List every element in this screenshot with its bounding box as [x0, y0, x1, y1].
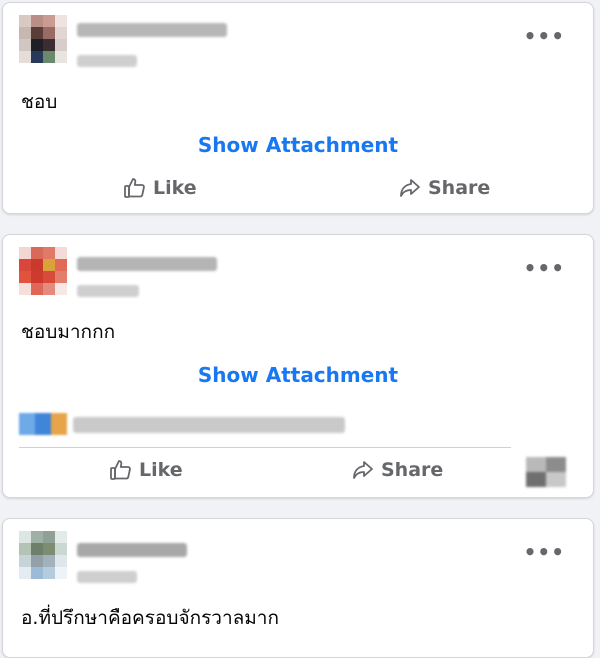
share-label: Share — [381, 459, 444, 481]
more-options-icon[interactable]: ••• — [524, 542, 565, 562]
like-button[interactable]: Like — [109, 458, 183, 482]
like-button[interactable]: Like — [123, 176, 197, 200]
author-name-redacted[interactable] — [77, 543, 187, 557]
more-options-icon[interactable]: ••• — [524, 258, 565, 278]
post-card: ••• ชอบมากกก Show Attachment Like Share — [2, 234, 594, 498]
share-arrow-icon — [353, 461, 373, 479]
author-name-redacted[interactable] — [77, 23, 227, 37]
post-text: ชอบ — [21, 91, 58, 113]
post-time-redacted[interactable] — [77, 285, 139, 297]
share-button[interactable]: Share — [351, 458, 443, 482]
post-time-redacted[interactable] — [77, 55, 137, 67]
more-options-icon[interactable]: ••• — [524, 26, 565, 46]
post-text: ชอบมากกก — [21, 321, 116, 343]
author-avatar[interactable] — [19, 247, 67, 295]
reaction-names-redacted[interactable] — [73, 417, 345, 433]
thumbs-up-icon — [110, 460, 131, 480]
share-button[interactable]: Share — [398, 176, 490, 200]
profile-thumbnail-redacted[interactable] — [526, 457, 566, 487]
post-time-redacted[interactable] — [77, 571, 137, 583]
post-card: ••• ชอบ Show Attachment Like Share — [2, 2, 594, 214]
author-name-redacted[interactable] — [77, 257, 217, 271]
author-avatar[interactable] — [19, 15, 67, 63]
post-text: อ.ที่ปรึกษาคือครอบจักรวาลมาก — [21, 607, 279, 629]
divider — [19, 447, 511, 448]
post-card: ••• อ.ที่ปรึกษาคือครอบจักรวาลมาก — [2, 518, 594, 658]
author-avatar[interactable] — [19, 531, 67, 579]
like-label: Like — [139, 459, 183, 481]
show-attachment-link[interactable]: Show Attachment — [3, 133, 593, 157]
thumbs-up-icon — [124, 178, 145, 198]
reaction-icons[interactable] — [19, 413, 67, 435]
share-label: Share — [428, 177, 491, 199]
like-label: Like — [153, 177, 197, 199]
share-arrow-icon — [400, 179, 420, 197]
show-attachment-link[interactable]: Show Attachment — [3, 363, 593, 387]
